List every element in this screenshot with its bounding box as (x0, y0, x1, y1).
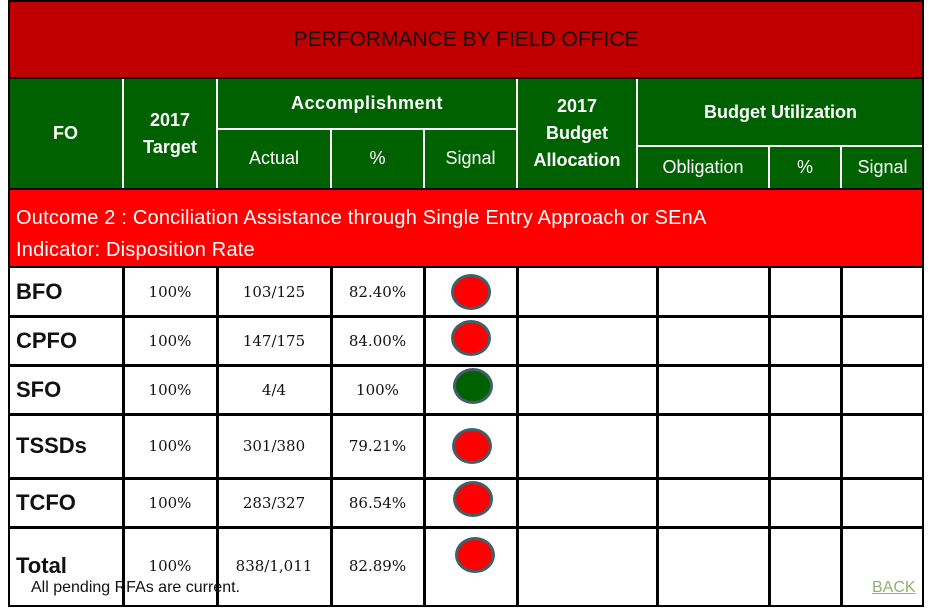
footnote: All pending RFAs are current. (31, 579, 240, 596)
back-link[interactable]: BACK (872, 579, 916, 597)
table-border (8, 0, 924, 607)
